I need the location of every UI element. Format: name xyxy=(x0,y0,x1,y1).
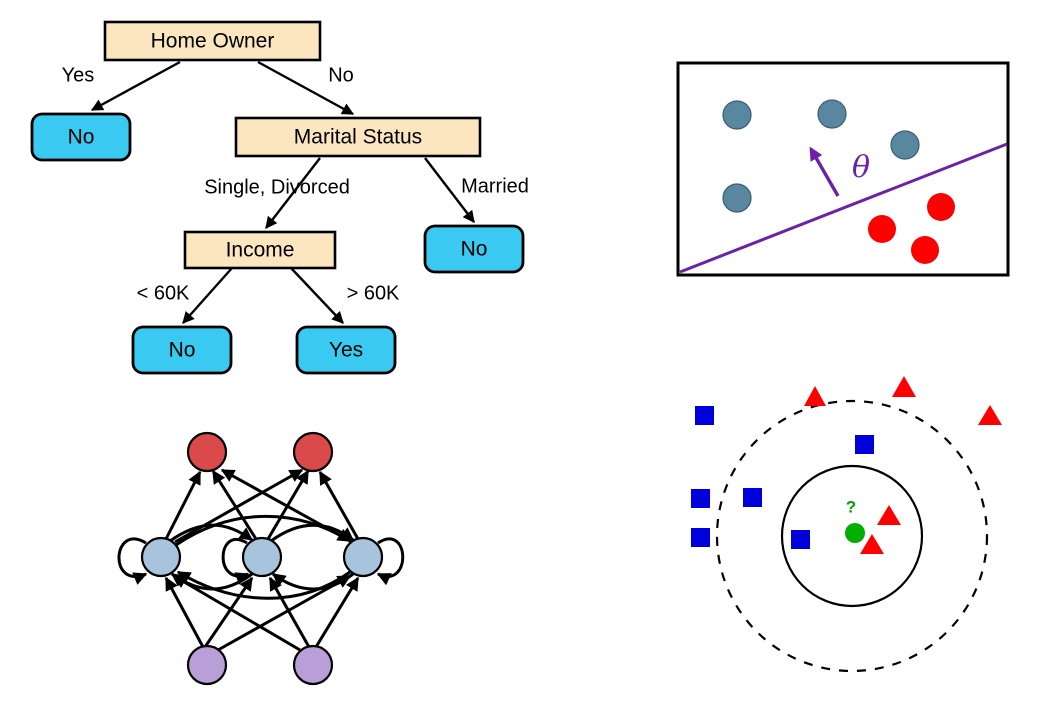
tree-leaf-married-label: No xyxy=(461,238,488,261)
tree-edge-lt-60k xyxy=(182,267,233,324)
tree-node-income-label: Income xyxy=(226,239,295,262)
knn-square-point xyxy=(791,530,810,549)
knn-triangle-point xyxy=(978,405,1002,425)
class-a-point xyxy=(817,99,847,129)
tree-leaf-homeowner-yes[interactable]: No xyxy=(30,112,132,162)
rnn-hidden-node xyxy=(241,536,283,578)
rnn-output-nodes xyxy=(186,431,334,473)
rnn-edge-h2-h3-top xyxy=(270,523,355,543)
tree-edge-yes xyxy=(90,60,181,112)
knn-square-point xyxy=(695,406,714,425)
tree-leaf-homeowner-yes-label: No xyxy=(68,126,95,149)
tree-edge-label-yes: Yes xyxy=(62,64,95,86)
tree-node-home-owner[interactable]: Home Owner xyxy=(103,20,322,62)
class-a-point xyxy=(722,183,752,213)
tree-leaf-lt-60k-label: No xyxy=(169,339,196,362)
rnn-output-node xyxy=(186,431,228,473)
tree-edge-label-no: No xyxy=(328,64,354,86)
rnn-hidden-node xyxy=(342,536,384,578)
linear-classifier-plot-frame xyxy=(676,61,1010,277)
tree-node-marital-status[interactable]: Marital Status xyxy=(234,116,482,158)
panel-decision-tree: Home Owner No Marital Status Income No N… xyxy=(30,20,529,375)
figure-canvas: Home Owner No Marital Status Income No N… xyxy=(0,0,1050,701)
ml-illustrations-figure: Home Owner No Marital Status Income No N… xyxy=(30,20,1010,686)
tree-leaf-gt-60k-label: Yes xyxy=(329,339,363,362)
tree-node-marital-status-label: Marital Status xyxy=(294,126,422,149)
tree-leaf-lt-60k[interactable]: No xyxy=(131,325,233,375)
tree-leaf-married[interactable]: No xyxy=(423,224,525,274)
knn-query-point xyxy=(845,523,865,543)
rnn-hidden-node xyxy=(140,536,182,578)
tree-edge-gt-60k xyxy=(290,267,344,324)
tree-edge-label-gt-60k: > 60K xyxy=(347,282,400,304)
panel-linear-classifier: θ xyxy=(676,61,1010,277)
knn-triangle-point xyxy=(877,505,901,525)
panel-knn: ? xyxy=(691,376,1002,673)
rnn-input-node xyxy=(292,644,334,686)
tree-edge-label-married: Married xyxy=(461,175,529,197)
class-a-point xyxy=(722,100,752,130)
panel-recurrent-neural-network xyxy=(117,431,405,686)
knn-square-point xyxy=(691,528,710,547)
tree-edge-label-single-divorced: Single, Divorced xyxy=(204,176,350,198)
tree-edge-label-lt-60k: < 60K xyxy=(137,282,190,304)
knn-triangle-point xyxy=(892,376,916,397)
rnn-output-node xyxy=(292,431,334,473)
knn-square-point xyxy=(855,435,874,454)
rnn-input-node xyxy=(186,644,228,686)
class-b-point xyxy=(927,193,955,221)
knn-square-point xyxy=(743,488,762,507)
knn-query-label: ? xyxy=(846,497,856,516)
tree-node-income[interactable]: Income xyxy=(183,230,337,270)
rnn-input-nodes xyxy=(186,644,334,686)
class-b-point xyxy=(868,215,896,243)
theta-symbol-label: θ xyxy=(852,150,870,185)
class-b-point xyxy=(911,236,939,264)
knn-triangle-point xyxy=(804,386,826,406)
class-a-point xyxy=(890,130,920,160)
tree-node-home-owner-label: Home Owner xyxy=(151,30,275,53)
knn-square-point xyxy=(691,489,710,508)
tree-leaf-gt-60k[interactable]: Yes xyxy=(295,325,397,375)
